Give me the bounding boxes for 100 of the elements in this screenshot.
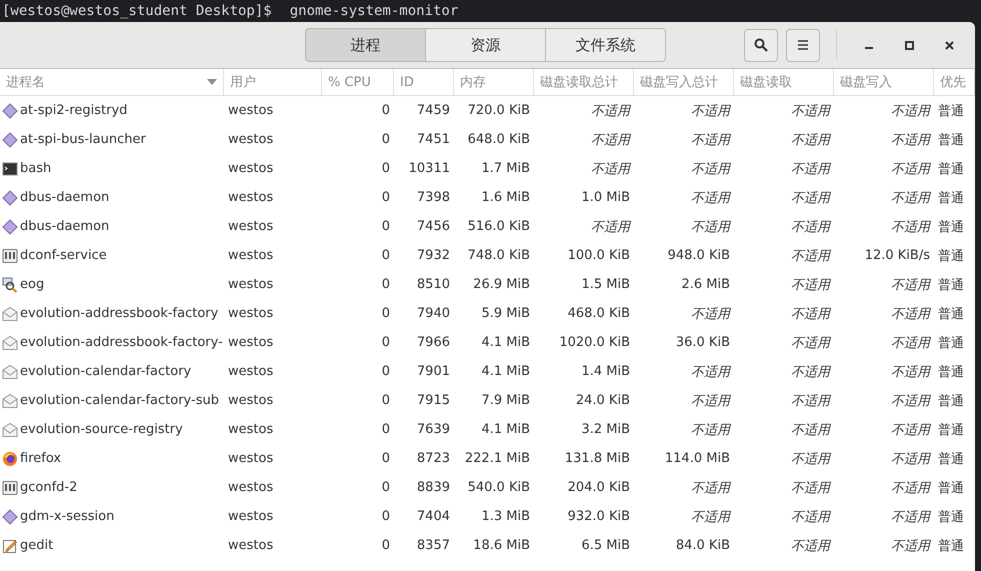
table-cell-text: 100.0 KiB — [566, 248, 631, 263]
column-header[interactable]: 磁盘写入 — [834, 69, 934, 95]
table-cell-text: 0 — [380, 480, 391, 495]
table-cell-text: 1.4 MiB — [580, 364, 631, 379]
table-cell-text: 948.0 KiB — [666, 248, 731, 263]
search-button[interactable] — [744, 28, 778, 62]
table-cell-text: 0 — [380, 219, 391, 234]
table-cell-text: 不适用 — [890, 364, 932, 380]
table-cell-text: 不适用 — [790, 248, 832, 264]
table-cell-text: 516.0 KiB — [466, 219, 531, 234]
table-cell-text: 不适用 — [790, 508, 832, 526]
process-name-cell: at-spi-bus-launcher — [0, 132, 224, 148]
table-cell-text: 不适用 — [790, 102, 832, 120]
table-cell-text: 不适用 — [890, 480, 932, 496]
table-cell-text: 普通 — [937, 392, 965, 410]
view-tab[interactable]: 进程 — [305, 28, 426, 62]
table-cell-text: 7398 — [416, 190, 451, 205]
table-cell-text: 0 — [380, 509, 391, 524]
table-cell-text: westos — [227, 393, 274, 408]
table-cell-text: westos — [227, 422, 274, 437]
table-cell-text: 不适用 — [890, 306, 932, 322]
process-name-cell: gedit — [0, 538, 224, 554]
table-cell-text: 222.1 MiB — [464, 451, 531, 466]
table-cell-text: 不适用 — [790, 190, 832, 206]
table-cell-text: 648.0 KiB — [466, 132, 531, 147]
table-cell-text: 普通 — [937, 160, 965, 178]
view-tab[interactable]: 文件系统 — [545, 28, 666, 62]
table-cell-text: 不适用 — [890, 450, 932, 468]
table-cell-text: 1.0 MiB — [580, 190, 631, 205]
table-cell-text: 不适用 — [590, 218, 632, 236]
process-name-cell: dbus-daemon — [0, 218, 224, 234]
table-cell-text: 7404 — [416, 509, 451, 524]
close-icon — [944, 40, 954, 50]
table-cell-text: 不适用 — [590, 102, 632, 120]
process-name-cell: evolution-addressbook-factory- — [0, 334, 224, 350]
column-header[interactable]: 用户 — [224, 69, 322, 95]
table-cell-text: 7639 — [416, 422, 451, 437]
table-cell-text: 720.0 KiB — [466, 103, 531, 118]
view-tab[interactable]: 资源 — [425, 28, 546, 62]
table-cell-text: 0 — [380, 277, 391, 292]
table-cell-text: 0 — [380, 364, 391, 379]
column-header[interactable]: % CPU — [322, 69, 394, 95]
table-cell-text: 0 — [380, 103, 391, 118]
table-cell-text: 不适用 — [690, 132, 732, 148]
table-cell-text: 不适用 — [890, 334, 932, 352]
column-header[interactable]: ID — [394, 69, 454, 95]
table-cell-text: 不适用 — [890, 538, 932, 554]
table-cell-text: 8357 — [416, 538, 451, 553]
magnifier-image-icon — [2, 276, 18, 292]
table-cell-text: westos — [227, 219, 274, 234]
table-cell-text: 84.0 KiB — [674, 538, 731, 553]
table-cell-text: 10311 — [408, 161, 451, 176]
table-cell-text: 不适用 — [890, 218, 932, 236]
table-cell-text: 26.9 MiB — [472, 277, 531, 292]
table-cell-text: westos — [227, 364, 274, 379]
table-cell-text: westos — [227, 480, 274, 495]
table-cell-text: 普通 — [937, 480, 965, 496]
table-cell-text: 12.0 KiB/s — [864, 248, 931, 263]
table-cell-text: 普通 — [937, 276, 965, 294]
table-cell-text: westos — [227, 306, 274, 321]
column-header[interactable]: 磁盘读取总计 — [534, 69, 634, 95]
table-cell-text: 0 — [380, 190, 391, 205]
table-cell-text: 1.6 MiB — [480, 190, 531, 205]
table-cell-text: 7966 — [416, 335, 451, 350]
sort-arrow-icon — [207, 79, 217, 85]
table-cell-text: 不适用 — [790, 334, 832, 352]
column-header[interactable]: 磁盘读取 — [734, 69, 834, 95]
table-cell-text: 0 — [380, 451, 391, 466]
column-header[interactable]: 内存 — [454, 69, 534, 95]
table-cell-text: 普通 — [937, 132, 965, 148]
column-header[interactable]: 磁盘写入总计 — [634, 69, 734, 95]
envelope-icon — [2, 392, 18, 408]
table-cell-text: 0 — [380, 422, 391, 437]
table-cell-text: 4.1 MiB — [480, 335, 531, 350]
table-cell-text: 0 — [380, 248, 391, 263]
column-header[interactable]: 进程名 — [0, 69, 224, 95]
table-cell-text: 普通 — [937, 422, 965, 438]
globe-icon — [2, 450, 18, 466]
menu-button[interactable] — [786, 28, 820, 62]
table-cell-text: 8839 — [416, 480, 451, 495]
table-cell-text: 6.5 MiB — [580, 538, 631, 553]
table-cell-text: 7451 — [416, 132, 451, 147]
table-cell-text: 不适用 — [690, 480, 732, 496]
table-cell-text: 不适用 — [590, 160, 632, 178]
table-cell-text: 不适用 — [790, 538, 832, 554]
process-name-cell: evolution-calendar-factory — [0, 364, 224, 380]
table-cell-text: 不适用 — [690, 422, 732, 438]
maximize-icon — [904, 40, 914, 50]
table-cell-text: 普通 — [937, 306, 965, 322]
envelope-icon — [2, 422, 18, 438]
table-cell-text: 5.9 MiB — [480, 306, 531, 321]
table-cell-text: 0 — [380, 393, 391, 408]
column-header[interactable]: 优先 — [934, 69, 975, 95]
table-cell-text: 不适用 — [790, 480, 832, 496]
table-cell-text: 4.1 MiB — [480, 422, 531, 437]
table-cell-text: 7.9 MiB — [480, 393, 531, 408]
table-cell-text: 131.8 MiB — [564, 451, 631, 466]
table-cell-text: 114.0 MiB — [664, 451, 731, 466]
table-cell-text: 7901 — [416, 364, 451, 379]
table-cell-text: 普通 — [937, 248, 965, 264]
